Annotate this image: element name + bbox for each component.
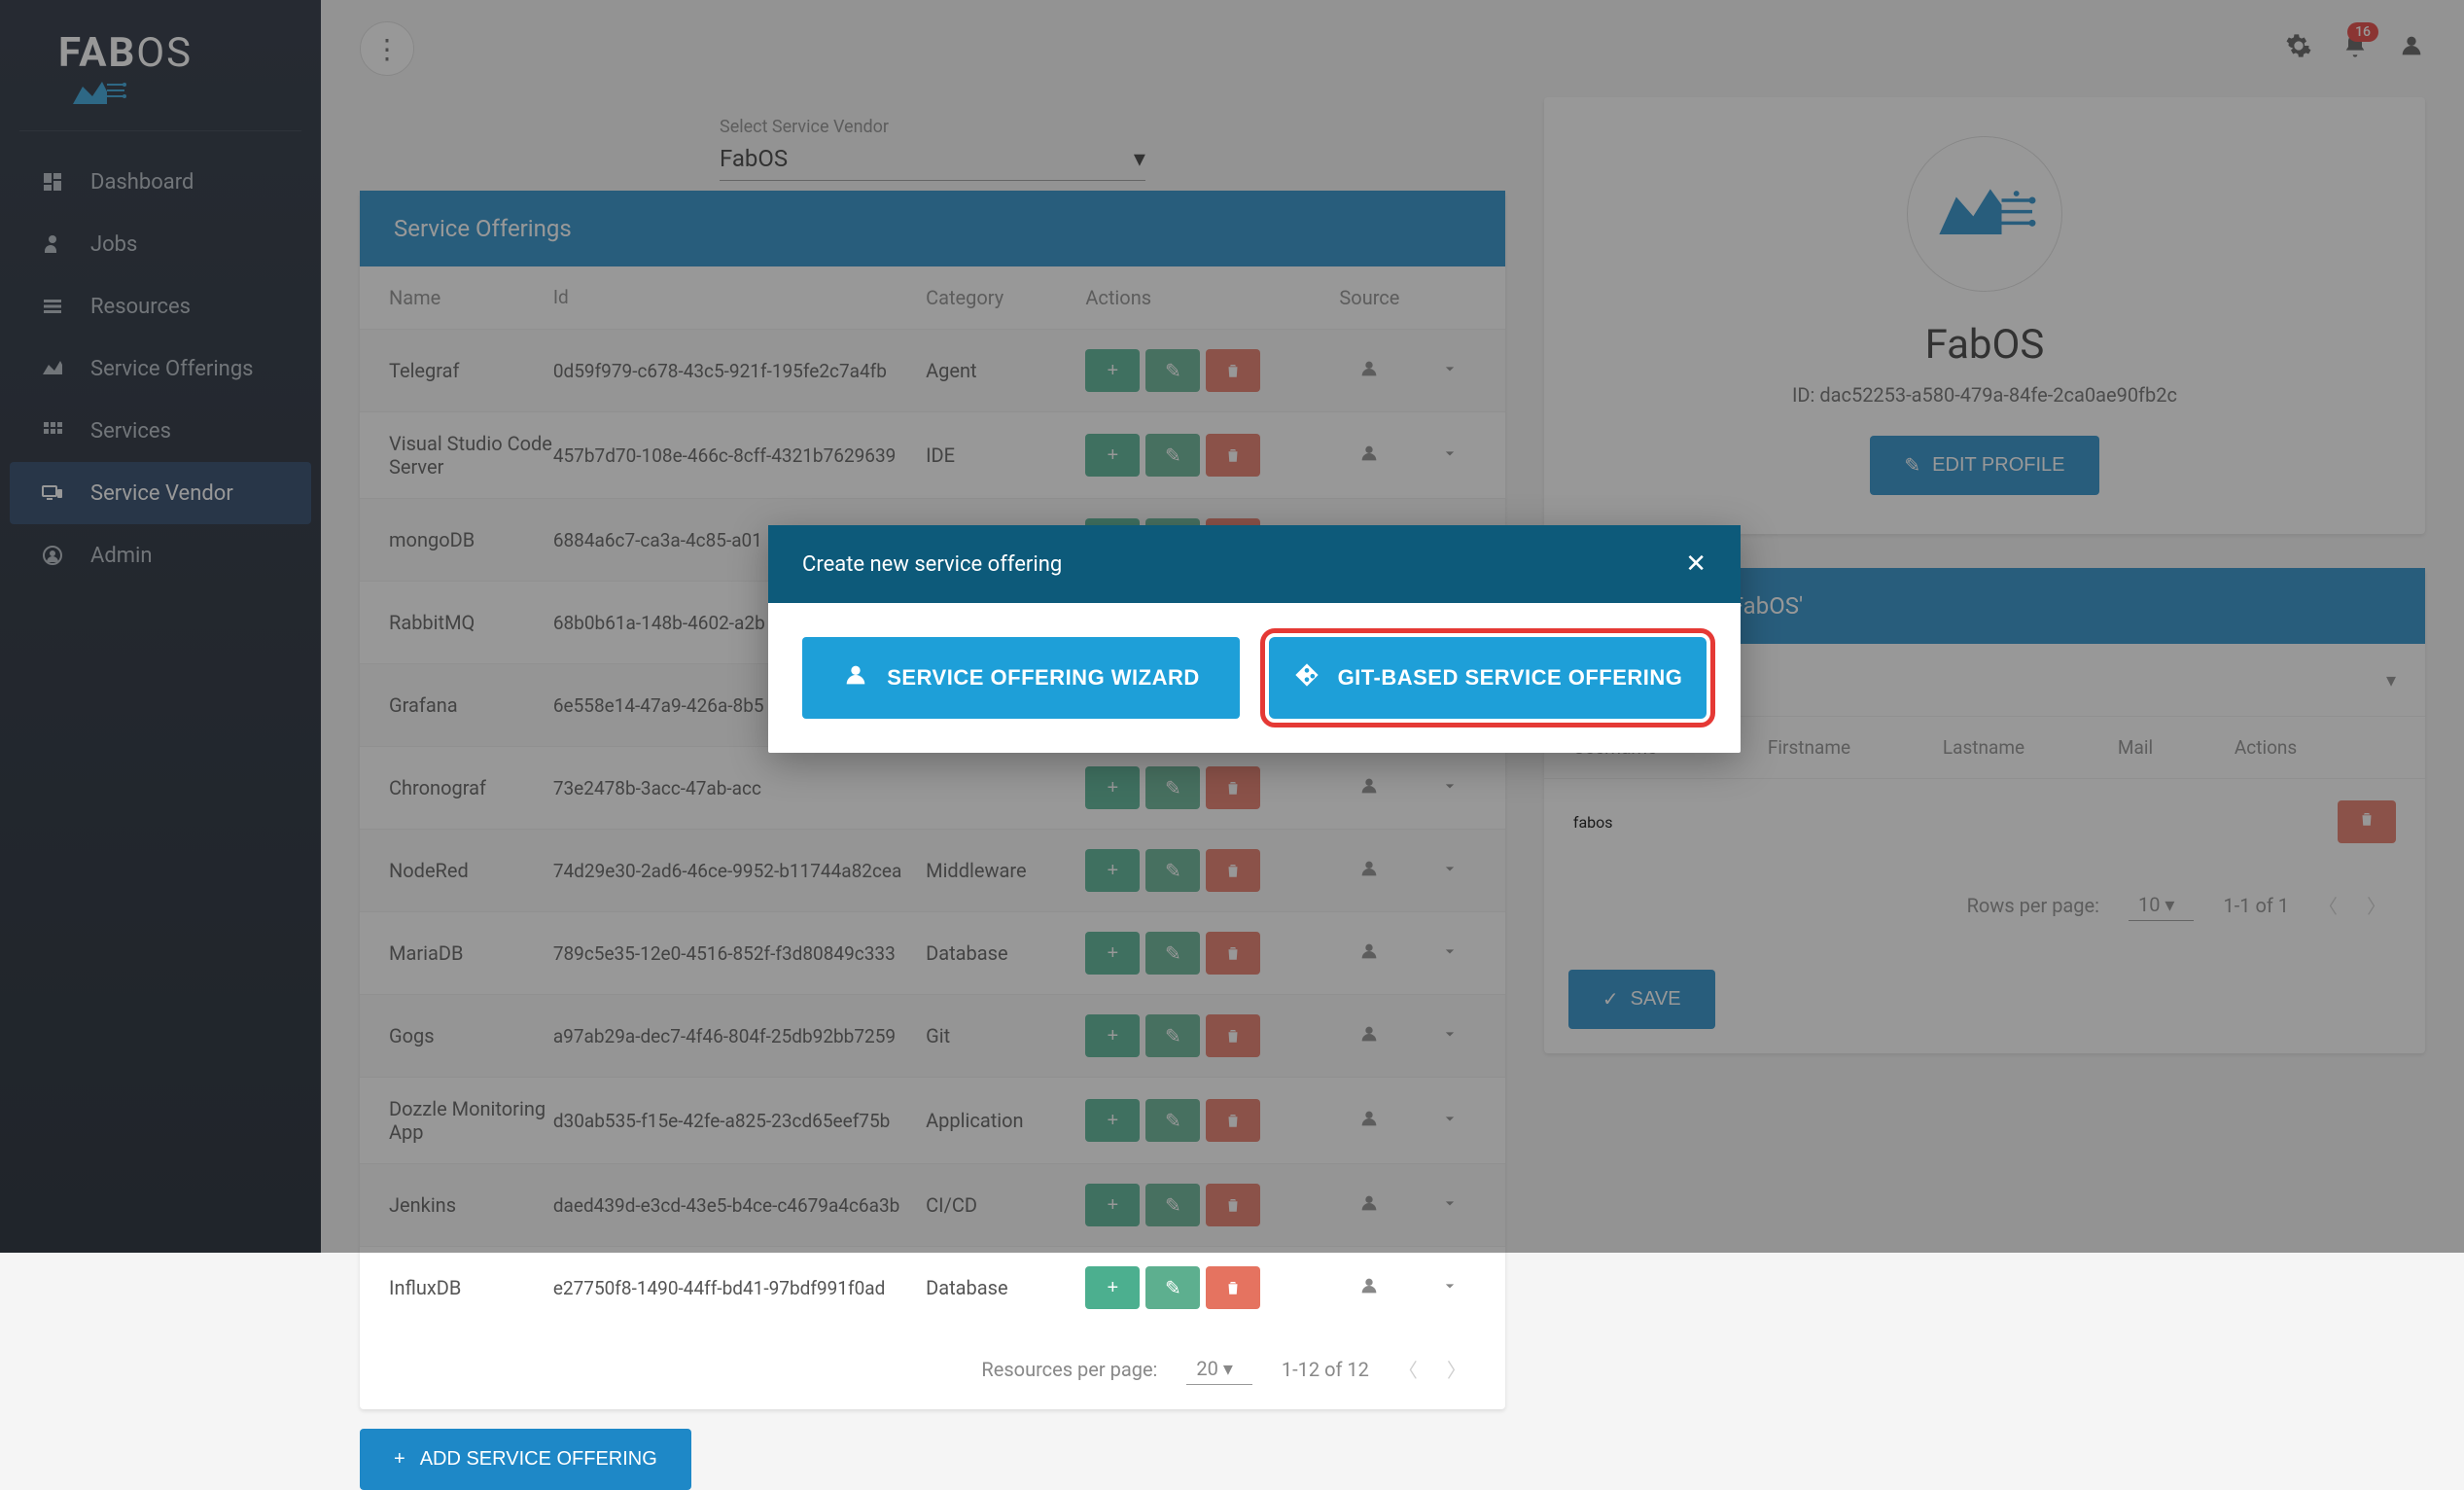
git-icon [1293,661,1320,694]
add-service-offering-button[interactable]: +ADD SERVICE OFFERING [360,1429,691,1490]
cell-id: e27750f8-1490-44ff-bd41-97bdf991f0ad [553,1277,926,1299]
git-based-service-offering-button[interactable]: GIT-BASED SERVICE OFFERING [1269,637,1707,719]
source-icon [1317,1275,1424,1301]
pagination-range: 1-12 of 12 [1282,1358,1369,1381]
expand-row-button[interactable] [1423,1276,1476,1300]
close-icon[interactable]: ✕ [1685,550,1707,579]
table-row: InfluxDBe27750f8-1490-44ff-bd41-97bdf991… [360,1246,1505,1329]
edit-action-button[interactable]: ✎ [1145,1266,1200,1309]
next-page-button[interactable]: 〉 [1447,1355,1466,1383]
add-action-button[interactable]: + [1085,1266,1140,1309]
delete-action-button[interactable] [1206,1266,1260,1309]
plus-icon: + [394,1448,405,1471]
pagination-label: Resources per page: [981,1358,1157,1381]
per-page-select[interactable]: 20 ▾ [1186,1353,1251,1385]
offerings-pagination: Resources per page: 20 ▾ 1-12 of 12 〈 〉 [360,1329,1505,1409]
service-offering-wizard-button[interactable]: SERVICE OFFERING WIZARD [802,637,1240,719]
create-offering-modal: Create new service offering ✕ SERVICE OF… [768,525,1741,753]
person-icon [842,661,869,694]
cell-name: InfluxDB [389,1276,553,1299]
cell-category: Database [926,1276,1085,1299]
modal-title: Create new service offering [802,552,1062,577]
prev-page-button[interactable]: 〈 [1398,1355,1418,1383]
